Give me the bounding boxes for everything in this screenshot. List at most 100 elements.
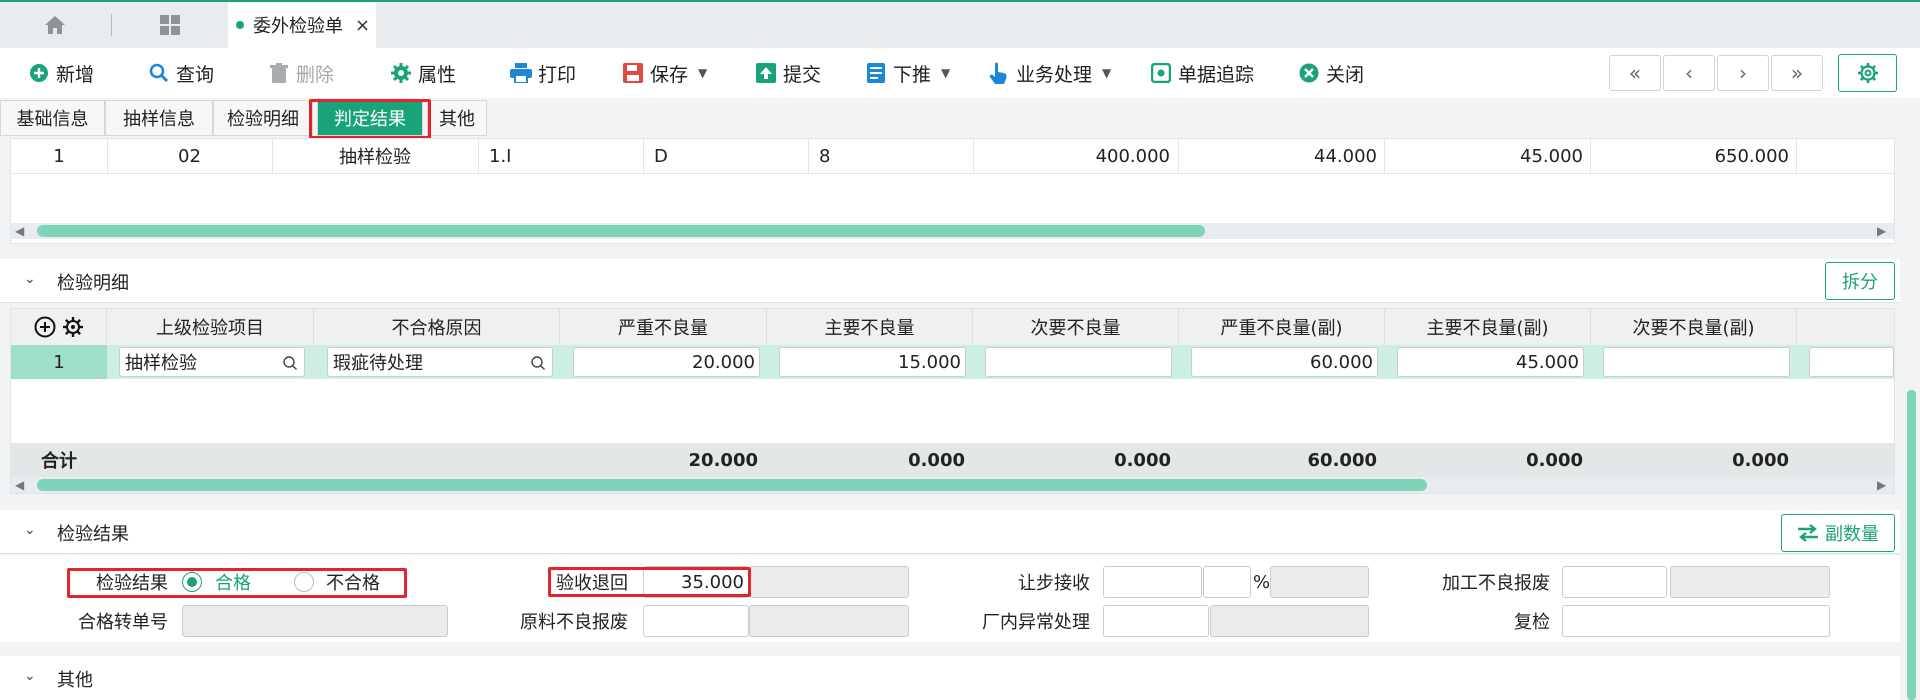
chevron-left-icon: ‹ xyxy=(1685,61,1693,85)
add-row-icon[interactable] xyxy=(34,316,56,338)
target-trace-icon xyxy=(1150,62,1172,84)
grid-header-more xyxy=(1797,309,1894,345)
save-disk-icon xyxy=(622,62,644,84)
scroll-left-icon[interactable]: ◀ xyxy=(15,224,24,238)
tab-label: 委外检验单 xyxy=(253,16,343,37)
minor-aux-qty-input[interactable] xyxy=(1603,347,1790,377)
totals-label: 合计 xyxy=(41,451,77,472)
grid-header-critical: 严重不良量 xyxy=(560,309,767,345)
reason-lookup[interactable]: 瑕疵待处理 xyxy=(327,347,553,377)
business-label: 业务处理 xyxy=(1016,63,1093,86)
new-button[interactable]: 新增 xyxy=(28,58,94,88)
horizontal-scrollbar[interactable]: ◀ ▶ xyxy=(11,223,1894,239)
gear-icon[interactable] xyxy=(62,316,84,338)
radio-fail[interactable] xyxy=(294,572,314,592)
split-button[interactable]: 拆分 xyxy=(1825,262,1895,300)
radio-fail-label[interactable]: 不合格 xyxy=(326,566,396,598)
gear-icon xyxy=(390,62,412,84)
chevron-down-icon[interactable]: ⌄ xyxy=(24,522,36,538)
print-button[interactable]: 打印 xyxy=(510,58,576,88)
properties-button[interactable]: 属性 xyxy=(390,58,456,88)
business-process-button[interactable]: 业务处理 ▼ xyxy=(988,58,1111,88)
return-label: 验收退回 xyxy=(556,573,628,594)
return-qty-input[interactable]: 35.000 xyxy=(643,566,749,598)
more-column-input[interactable] xyxy=(1809,347,1894,377)
properties-label: 属性 xyxy=(418,63,457,86)
tab-outsource-inspection[interactable]: 委外检验单 × xyxy=(228,2,376,48)
first-record-button[interactable]: « xyxy=(1609,55,1661,91)
table-row-seq[interactable]: 1 xyxy=(11,345,107,379)
concession-label: 让步接收 xyxy=(1018,573,1090,594)
aux-quantity-button[interactable]: 副数量 xyxy=(1781,514,1895,552)
scrollbar-thumb[interactable] xyxy=(37,479,1427,491)
trash-icon xyxy=(268,62,290,84)
next-record-button[interactable]: › xyxy=(1717,55,1769,91)
tab-inspection-detail[interactable]: 检验明细 xyxy=(213,100,313,136)
grid-cell-qty1: 400.000 xyxy=(1095,145,1170,167)
radio-pass-label[interactable]: 合格 xyxy=(215,566,255,598)
total-critical-aux: 60.000 xyxy=(1307,449,1377,471)
search-icon[interactable] xyxy=(530,355,546,371)
material-scrap-aux-input xyxy=(749,605,909,637)
scroll-right-icon[interactable]: ▶ xyxy=(1877,478,1886,492)
printer-icon xyxy=(510,62,532,84)
document-trace-button[interactable]: 单据追踪 xyxy=(1150,58,1254,88)
material-scrap-input[interactable] xyxy=(643,605,749,637)
grid-header-critical-aux: 严重不良量(副) xyxy=(1179,309,1385,345)
swap-arrows-icon xyxy=(1798,524,1818,542)
prev-record-button[interactable]: ‹ xyxy=(1663,55,1715,91)
minor-qty-input[interactable] xyxy=(985,347,1172,377)
tab-basic-info[interactable]: 基础信息 xyxy=(0,100,105,136)
other-section-header[interactable]: ⌄ 其他 xyxy=(0,656,1900,700)
abnormal-aux-input xyxy=(1210,605,1369,637)
abnormal-input[interactable] xyxy=(1103,605,1209,637)
query-label: 查询 xyxy=(176,63,215,86)
chevron-down-icon[interactable]: ▼ xyxy=(1102,66,1111,80)
parent-item-lookup[interactable]: 抽样检验 xyxy=(119,347,305,377)
concession-qty-input[interactable] xyxy=(1103,566,1202,598)
concession-percent-input[interactable] xyxy=(1203,566,1251,598)
grid-header-minor: 次要不良量 xyxy=(973,309,1179,345)
grid-apps-icon[interactable] xyxy=(155,12,185,38)
scroll-left-icon[interactable]: ◀ xyxy=(15,478,24,492)
close-button[interactable]: 关闭 xyxy=(1298,58,1364,88)
home-icon[interactable] xyxy=(40,12,70,38)
detail-section-header[interactable]: ⌄ 检验明细 拆分 xyxy=(0,259,1900,303)
material-scrap-label: 原料不良报废 xyxy=(520,612,628,633)
chevron-down-icon[interactable]: ▼ xyxy=(698,66,707,80)
chevron-down-icon[interactable]: ⌄ xyxy=(24,271,36,287)
push-down-button[interactable]: 下推 ▼ xyxy=(865,58,950,88)
chevron-down-icon[interactable]: ⌄ xyxy=(24,668,36,684)
major-qty-input[interactable]: 15.000 xyxy=(779,347,966,377)
scroll-right-icon[interactable]: ▶ xyxy=(1877,224,1886,238)
settings-button[interactable] xyxy=(1838,54,1897,92)
recheck-input[interactable] xyxy=(1562,605,1830,637)
horizontal-scrollbar[interactable]: ◀ ▶ xyxy=(11,477,1894,493)
section-title: 检验明细 xyxy=(57,273,129,294)
grid-header-reason: 不合格原因 xyxy=(314,309,560,345)
query-button[interactable]: 查询 xyxy=(148,58,214,88)
major-aux-qty-input[interactable]: 45.000 xyxy=(1397,347,1584,377)
total-minor: 0.000 xyxy=(1114,449,1171,471)
tab-judgment-result[interactable]: 判定结果 xyxy=(317,100,423,136)
submit-button[interactable]: 提交 xyxy=(755,58,821,88)
scrollbar-thumb[interactable] xyxy=(37,225,1205,237)
process-scrap-input[interactable] xyxy=(1562,566,1667,598)
plus-circle-icon xyxy=(28,62,50,84)
radio-pass[interactable] xyxy=(182,572,202,592)
close-tab-icon[interactable]: × xyxy=(355,15,370,36)
tab-other[interactable]: 其他 xyxy=(427,100,487,136)
critical-aux-qty-input[interactable]: 60.000 xyxy=(1191,347,1378,377)
active-tab-dot-icon xyxy=(236,21,244,29)
critical-qty-input[interactable]: 20.000 xyxy=(573,347,760,377)
tab-sampling-info[interactable]: 抽样信息 xyxy=(105,100,213,136)
last-record-button[interactable]: » xyxy=(1771,55,1823,91)
aux-quantity-label: 副数量 xyxy=(1825,524,1879,545)
save-button[interactable]: 保存 ▼ xyxy=(622,58,707,88)
delete-button[interactable]: 删除 xyxy=(268,58,334,88)
process-scrap-label: 加工不良报废 xyxy=(1442,573,1550,594)
vertical-scrollbar[interactable] xyxy=(1907,390,1916,700)
chevron-down-icon[interactable]: ▼ xyxy=(941,66,950,80)
result-section-header[interactable]: ⌄ 检验结果 副数量 xyxy=(0,510,1900,554)
search-icon[interactable] xyxy=(282,355,298,371)
